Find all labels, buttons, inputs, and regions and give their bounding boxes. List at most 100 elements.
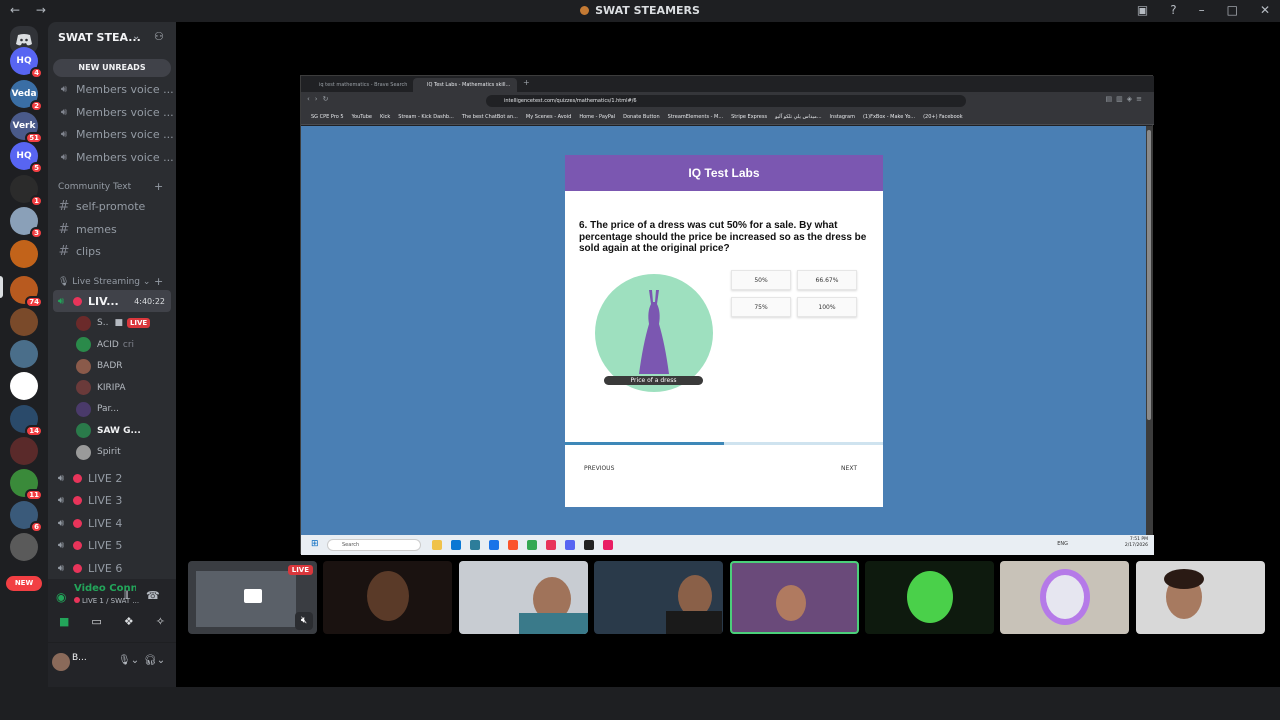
- channel-members-voice[interactable]: 🔊︎ Members voice ...: [56, 124, 174, 144]
- voice-user[interactable]: KIRIPA: [76, 378, 174, 398]
- bookmark-item[interactable]: My Scenes - Avoid: [526, 114, 571, 120]
- channel-live[interactable]: 🔊︎ LIVE 5: [53, 535, 171, 557]
- stream-tile[interactable]: [323, 561, 452, 634]
- app-icon[interactable]: [470, 540, 480, 550]
- channel-members-voice[interactable]: 🔊︎ Members voice ...: [56, 102, 174, 122]
- stream-tile[interactable]: [459, 561, 588, 634]
- server-icon[interactable]: HQ 4: [10, 47, 43, 79]
- server-icon[interactable]: HQ 5: [10, 142, 43, 174]
- voice-user[interactable]: S.. ■ LIVE: [76, 313, 174, 333]
- channel-live[interactable]: 🔊︎ LIVE 6: [53, 557, 171, 579]
- server-icon[interactable]: Verk 51: [10, 112, 43, 144]
- server-icon[interactable]: [10, 437, 38, 465]
- add-channel-icon[interactable]: +: [154, 275, 163, 288]
- signal-icon[interactable]: ◉: [56, 590, 66, 604]
- browser-tab-active[interactable]: IQ Test Labs - Mathematics skill...: [413, 78, 517, 92]
- help-icon[interactable]: ?: [1170, 3, 1176, 17]
- stream-tile-selected[interactable]: [730, 561, 859, 634]
- bookmark-item[interactable]: ميداس يلي تلكو آليو...: [775, 114, 821, 120]
- new-tab-icon[interactable]: +: [523, 78, 530, 87]
- noise-suppression-icon[interactable]: ⫴: [124, 589, 129, 603]
- bookmark-item[interactable]: Stripe Express: [731, 114, 767, 120]
- next-button[interactable]: NEXT: [841, 465, 857, 472]
- brave-icon[interactable]: [508, 540, 518, 550]
- chrome-icon[interactable]: [527, 540, 537, 550]
- scrollbar[interactable]: [1146, 126, 1152, 535]
- server-icon[interactable]: 74: [10, 276, 43, 308]
- browser-menu-icon[interactable]: ▤▥◈≡: [1106, 95, 1146, 103]
- server-icon[interactable]: 3: [10, 207, 43, 239]
- stream-tile[interactable]: [865, 561, 994, 634]
- language-indicator[interactable]: ENG: [1057, 541, 1068, 547]
- invite-people-icon[interactable]: ⚇: [154, 30, 164, 43]
- server-icon[interactable]: [10, 340, 38, 368]
- previous-button[interactable]: PREVIOUS: [584, 465, 614, 472]
- shared-browser-window[interactable]: iq test mathematics - Brave Search IQ Te…: [300, 75, 1154, 555]
- server-icon[interactable]: 14: [10, 405, 43, 437]
- voice-user[interactable]: Par...: [76, 399, 174, 419]
- taskbar-search[interactable]: Search: [327, 539, 421, 551]
- server-icon[interactable]: 1: [10, 175, 43, 207]
- bookmark-item[interactable]: SG CPE Pro 5: [311, 114, 344, 120]
- channel-self-promote[interactable]: # self-promote: [56, 196, 174, 216]
- file-explorer-icon[interactable]: [432, 540, 442, 550]
- channel-members-voice[interactable]: 🔊︎ Members voice ...: [56, 147, 174, 167]
- avatar[interactable]: [52, 653, 70, 671]
- username[interactable]: B...: [72, 653, 87, 663]
- channel-live[interactable]: 🔊︎ LIVE 4: [53, 512, 171, 534]
- stream-tile-screen[interactable]: LIVE 🔇︎: [188, 561, 317, 634]
- answer-option[interactable]: 75%: [731, 297, 791, 317]
- discord-icon[interactable]: [565, 540, 575, 550]
- bookmark-item[interactable]: StreamElements - M...: [668, 114, 723, 120]
- edge-icon[interactable]: [451, 540, 461, 550]
- maximize-icon[interactable]: □: [1227, 3, 1238, 17]
- camera-icon[interactable]: ■: [59, 615, 69, 628]
- answer-option[interactable]: 50%: [731, 270, 791, 290]
- voice-user[interactable]: SAW G...: [76, 421, 174, 441]
- server-icon[interactable]: [10, 240, 38, 268]
- bookmark-item[interactable]: Instagram: [830, 114, 855, 120]
- bookmark-item[interactable]: YouTube: [352, 114, 372, 120]
- soundboard-icon[interactable]: ✧: [156, 615, 165, 628]
- mute-icon[interactable]: 🔇︎: [295, 612, 313, 630]
- minimize-icon[interactable]: –: [1199, 3, 1205, 17]
- headphones-icon[interactable]: 🎧︎⌄: [144, 655, 165, 666]
- answer-option[interactable]: 66.67%: [797, 270, 857, 290]
- channel-clips[interactable]: # clips: [56, 241, 174, 261]
- stream-tile[interactable]: [1000, 561, 1129, 634]
- disconnect-icon[interactable]: ☎: [146, 589, 160, 602]
- stream-tile[interactable]: [1136, 561, 1265, 634]
- chevron-down-icon[interactable]: ⌄: [132, 31, 140, 42]
- answer-option[interactable]: 100%: [797, 297, 857, 317]
- browser-tab[interactable]: iq test mathematics - Brave Search: [305, 78, 409, 92]
- taskbar-clock[interactable]: 7:51 PM 2/17/2026: [1125, 537, 1148, 549]
- bookmark-item[interactable]: Home - PayPal: [579, 114, 615, 120]
- obs-icon[interactable]: [584, 540, 594, 550]
- microphone-icon[interactable]: 🎙︎⌄: [118, 655, 139, 666]
- server-icon[interactable]: Veda 2: [10, 80, 43, 112]
- server-icon[interactable]: [10, 308, 38, 336]
- server-icon[interactable]: 6: [10, 501, 43, 533]
- voice-user[interactable]: Spirit: [76, 442, 174, 462]
- bookmark-item[interactable]: Donate Button: [623, 114, 660, 120]
- channel-live[interactable]: 🔊︎ LIVE 3: [53, 490, 171, 512]
- channel-live-1[interactable]: 🔊︎ LIV... 4:40:22: [53, 290, 171, 312]
- category-live-streaming[interactable]: 🎙︎ Live Streaming ⌄: [58, 277, 150, 287]
- scrollbar-thumb[interactable]: [1147, 130, 1151, 420]
- url-field[interactable]: intelligencetest.com/quizzes/mathematics…: [486, 95, 966, 107]
- server-icon[interactable]: [10, 372, 38, 400]
- server-icon[interactable]: [10, 533, 38, 561]
- bookmark-item[interactable]: (1)FxBox - Make Yo...: [863, 114, 915, 120]
- stream-tile[interactable]: [594, 561, 723, 634]
- channel-memes[interactable]: # memes: [56, 219, 174, 239]
- bookmark-item[interactable]: (20+) Facebook: [923, 114, 963, 120]
- guild-name[interactable]: SWAT STEA...: [58, 31, 141, 44]
- voice-user[interactable]: ACID cri: [76, 335, 174, 355]
- store-icon[interactable]: [489, 540, 499, 550]
- new-unreads-button[interactable]: NEW UNREADS: [53, 59, 171, 77]
- activities-icon[interactable]: ❖: [124, 615, 134, 628]
- browser-nav-icons[interactable]: ‹›↻: [307, 95, 333, 103]
- category-community-text[interactable]: Community Text: [58, 182, 131, 192]
- server-icon[interactable]: 11: [10, 469, 43, 501]
- bookmark-item[interactable]: Kick: [380, 114, 390, 120]
